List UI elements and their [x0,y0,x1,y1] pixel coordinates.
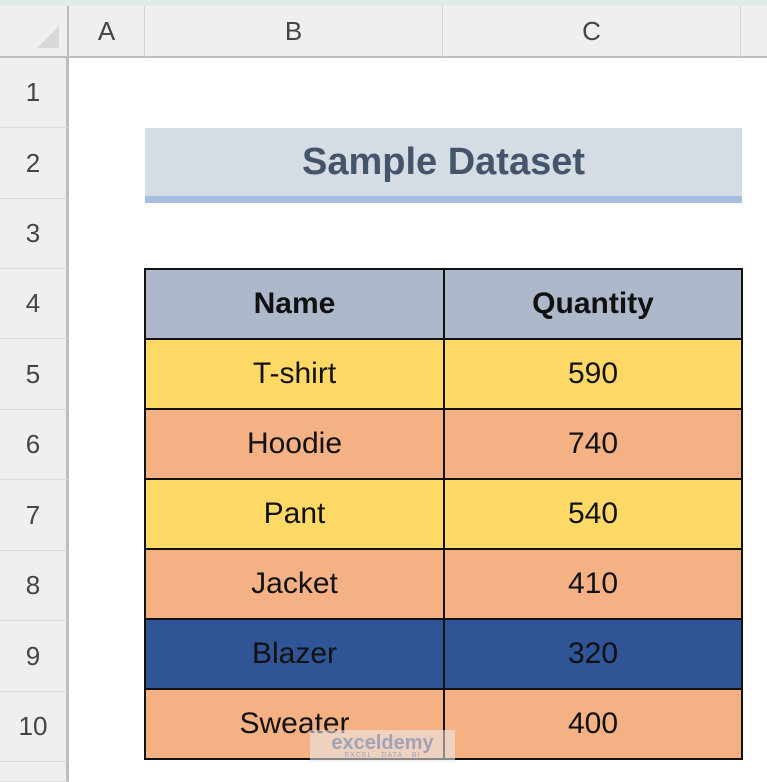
cell-name[interactable]: Jacket [144,548,445,620]
cell-quantity[interactable]: 410 [443,548,743,620]
select-all-button[interactable] [0,6,69,58]
table-header-row: Name Quantity [144,268,743,340]
row-header-5[interactable]: 5 [0,339,69,410]
column-header-b[interactable]: B [145,6,443,58]
row-header-2[interactable]: 2 [0,128,69,199]
table-row: Pant 540 [144,478,743,550]
cell-quantity[interactable]: 590 [443,338,743,410]
watermark-tagline: EXCEL · DATA · BI [344,751,421,759]
cell-name[interactable]: Hoodie [144,408,445,480]
select-all-triangle-icon [37,26,59,48]
cell-quantity[interactable]: 320 [443,618,743,690]
column-header-d[interactable] [741,6,767,58]
row-header-6[interactable]: 6 [0,410,69,480]
cell-quantity[interactable]: 400 [443,688,743,760]
row-header-1[interactable]: 1 [0,58,69,128]
table-row: Blazer 320 [144,618,743,690]
sheet-title: Sample Dataset [145,128,742,203]
row-header-4[interactable]: 4 [0,269,69,339]
cell-quantity[interactable]: 540 [443,478,743,550]
row-header-7[interactable]: 7 [0,480,69,551]
header-quantity[interactable]: Quantity [443,268,743,340]
row-header-3[interactable]: 3 [0,199,69,269]
dataset-table: Name Quantity T-shirt 590 Hoodie 740 Pan… [144,268,743,760]
table-row: Hoodie 740 [144,408,743,480]
row-header-8[interactable]: 8 [0,551,69,621]
watermark: exceldemy EXCEL · DATA · BI [310,730,455,762]
row-header-9[interactable]: 9 [0,621,69,692]
header-name[interactable]: Name [144,268,445,340]
cell-name[interactable]: Pant [144,478,445,550]
watermark-logo: exceldemy [331,731,434,754]
column-header-c[interactable]: C [443,6,741,58]
table-row: Jacket 410 [144,548,743,620]
row-header-11[interactable] [0,762,69,782]
cell-name[interactable]: Blazer [144,618,445,690]
column-header-a[interactable]: A [69,6,145,58]
table-row: T-shirt 590 [144,338,743,410]
cell-name[interactable]: T-shirt [144,338,445,410]
row-header-10[interactable]: 10 [0,692,69,762]
cell-quantity[interactable]: 740 [443,408,743,480]
